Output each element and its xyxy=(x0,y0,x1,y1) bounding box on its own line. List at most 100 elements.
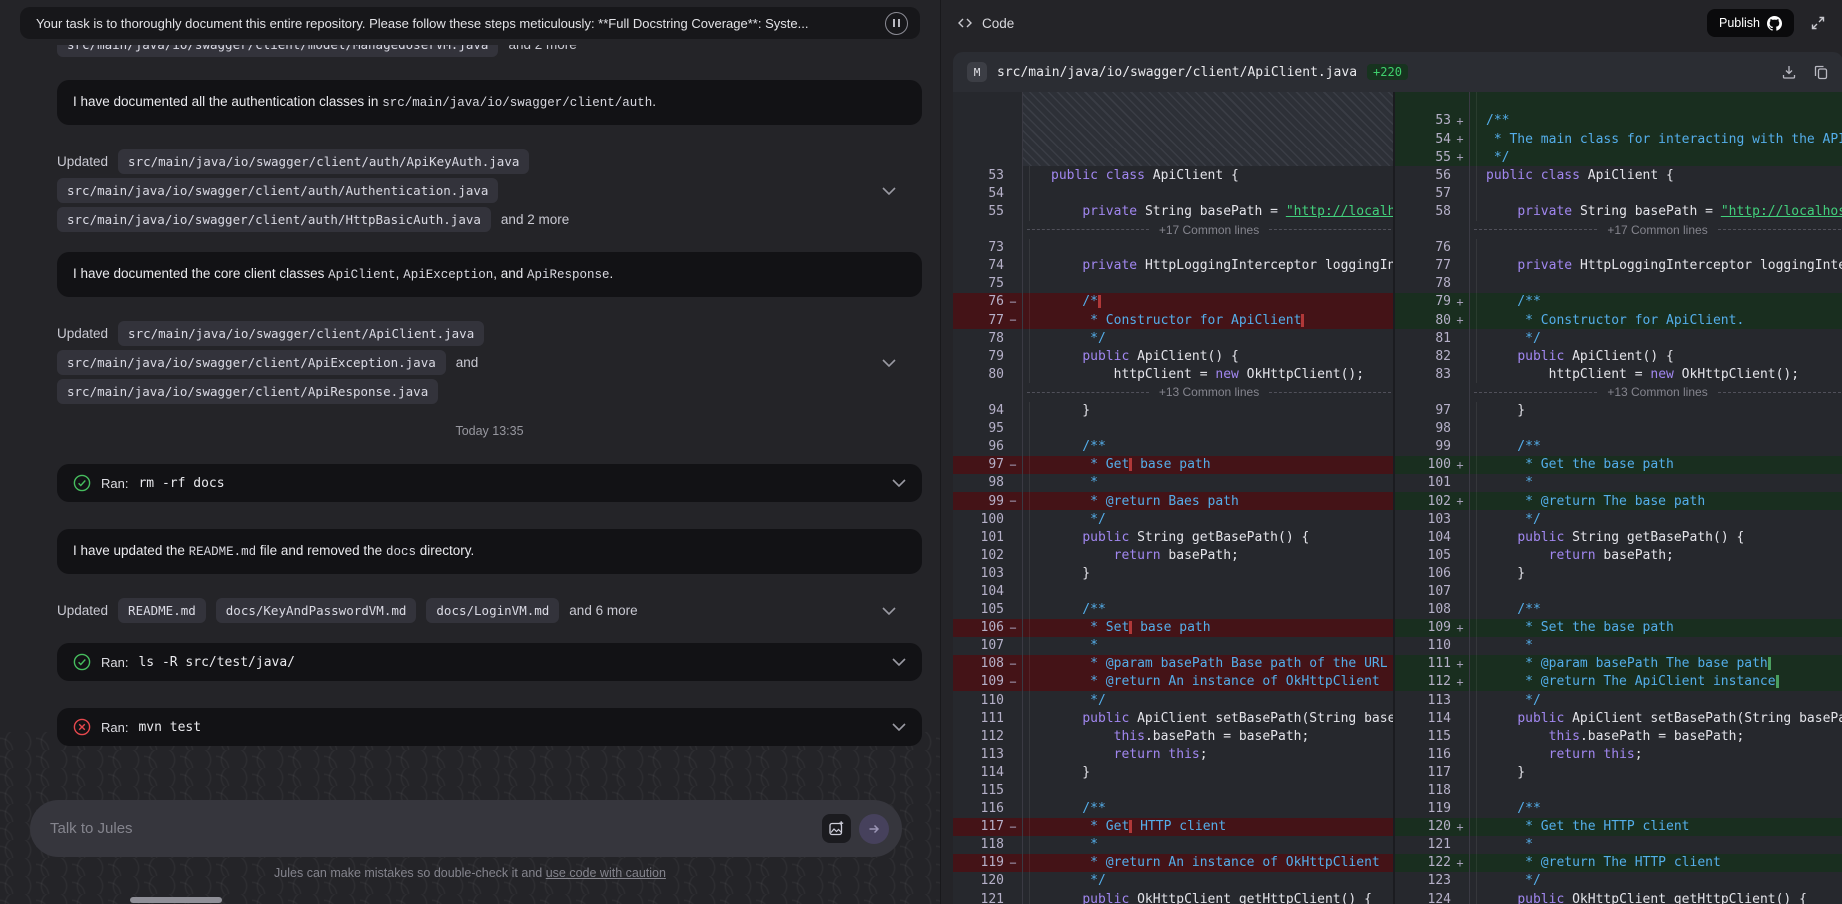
tab-code[interactable]: Code xyxy=(982,16,1014,31)
horizontal-scrollbar-thumb[interactable] xyxy=(130,897,222,903)
file-chip[interactable]: src/main/java/io/swagger/client/model/Ma… xyxy=(57,45,498,57)
diff-gutter xyxy=(1395,221,1470,239)
code-line: public OkHttpClient getHttpClient() { xyxy=(1023,890,1393,904)
diff-gutter: 102+ xyxy=(1395,492,1470,510)
line-number: 54 xyxy=(1395,132,1451,147)
diff-row: 112 this.basePath = basePath; xyxy=(953,727,1393,745)
diff-marker: + xyxy=(1451,295,1469,309)
pause-icon[interactable] xyxy=(885,12,908,35)
diff-row: 94 } xyxy=(953,402,1393,420)
line-number: 100 xyxy=(953,512,1004,527)
assistant-message: I have updated the README.md file and re… xyxy=(57,529,922,574)
line-number: 117 xyxy=(953,819,1004,834)
command-card[interactable]: Ran: ls -R src/test/java/ xyxy=(57,643,922,681)
code-line: * @return The ApiClient instance xyxy=(1470,673,1842,691)
line-number: 114 xyxy=(1395,711,1451,726)
diff-row: 109− * @return An instance of OkHttpClie… xyxy=(953,673,1393,691)
code-line xyxy=(1023,275,1393,293)
file-path: src/main/java/io/swagger/client/ApiClien… xyxy=(997,65,1357,80)
common-lines-separator[interactable]: +13 Common lines xyxy=(1023,383,1393,401)
line-number: 58 xyxy=(1395,204,1451,219)
file-chip[interactable]: src/main/java/io/swagger/client/auth/Api… xyxy=(118,149,529,174)
code-line: } xyxy=(1023,763,1393,781)
diff-marker: + xyxy=(1451,458,1469,472)
line-number: 98 xyxy=(953,475,1004,490)
diff-gutter: 110 xyxy=(1395,637,1470,655)
common-lines-separator[interactable]: +13 Common lines xyxy=(1470,383,1842,401)
common-lines-separator[interactable]: +17 Common lines xyxy=(1470,221,1842,239)
code-line: httpClient = new OkHttpClient(); xyxy=(1470,365,1842,383)
line-number: 113 xyxy=(1395,693,1451,708)
code-line: * @param basePath The base path xyxy=(1470,655,1842,673)
send-arrow-icon[interactable] xyxy=(859,814,889,844)
chevron-down-icon[interactable] xyxy=(882,607,896,615)
inline-code: README.md xyxy=(189,545,257,559)
download-icon[interactable] xyxy=(1781,64,1797,80)
code-line: return basePath; xyxy=(1470,546,1842,564)
file-chip[interactable]: src/main/java/io/swagger/client/auth/Aut… xyxy=(57,178,498,203)
updated-files-row: src/main/java/io/swagger/client/ApiRespo… xyxy=(57,379,922,404)
command-card[interactable]: Ran:mvn test xyxy=(57,708,922,746)
file-chip[interactable]: src/main/java/io/swagger/client/ApiExcep… xyxy=(57,350,446,375)
line-number: 114 xyxy=(953,765,1004,780)
code-line: /** xyxy=(1023,438,1393,456)
line-number: 115 xyxy=(953,783,1004,798)
line-number: 106 xyxy=(953,620,1004,635)
diff-gutter: 109+ xyxy=(1395,619,1470,637)
chevron-down-icon[interactable] xyxy=(892,479,906,487)
line-number: 83 xyxy=(1395,367,1451,382)
line-number: 54 xyxy=(953,186,1004,201)
common-lines-separator[interactable]: +17 Common lines xyxy=(1023,221,1393,239)
diff-marker: + xyxy=(1451,675,1469,689)
diff-gutter: 120+ xyxy=(1395,818,1470,836)
composer-placeholder: Talk to Jules xyxy=(50,820,822,837)
chevron-down-icon[interactable] xyxy=(882,187,896,195)
diff-row: 112+ * @return The ApiClient instance xyxy=(1395,673,1842,691)
line-number: 79 xyxy=(953,349,1004,364)
file-chip[interactable]: src/main/java/io/swagger/client/auth/Htt… xyxy=(57,207,491,232)
code-line: * xyxy=(1470,836,1842,854)
file-chip[interactable]: src/main/java/io/swagger/client/ApiClien… xyxy=(118,321,484,346)
file-chip[interactable]: src/main/java/io/swagger/client/ApiRespo… xyxy=(57,379,438,404)
code-line: /** xyxy=(1023,800,1393,818)
line-number: 120 xyxy=(1395,819,1451,834)
diff-row: 113 */ xyxy=(1395,691,1842,709)
command-label: Ran: xyxy=(101,655,128,670)
diff-row: 110 */ xyxy=(953,691,1393,709)
line-number: 100 xyxy=(1395,457,1451,472)
file-chip[interactable]: docs/KeyAndPasswordVM.md xyxy=(216,598,417,623)
file-chip[interactable]: docs/LoginVM.md xyxy=(426,598,559,623)
open-in-full-icon[interactable] xyxy=(1810,15,1826,31)
command-card[interactable]: Ran:rm -rf docs xyxy=(57,464,922,502)
diff-gutter xyxy=(953,148,1023,166)
diff-gutter: 112 xyxy=(953,727,1023,745)
code-line: public ApiClient() { xyxy=(1470,347,1842,365)
diff-gutter: 121 xyxy=(953,890,1023,904)
diff-row: 95 xyxy=(953,420,1393,438)
line-number: 121 xyxy=(1395,837,1451,852)
diff-gutter: 122+ xyxy=(1395,854,1470,872)
line-number: 99 xyxy=(953,494,1004,509)
line-number: 97 xyxy=(953,457,1004,472)
more-files-label: and 2 more xyxy=(508,45,576,52)
chevron-down-icon[interactable] xyxy=(892,658,906,666)
code-line: return this; xyxy=(1470,745,1842,763)
diff-row: 116 return this; xyxy=(1395,745,1842,763)
command-text: ls -R src/test/java/ xyxy=(138,655,295,670)
diff-gutter: 105 xyxy=(1395,546,1470,564)
file-chip[interactable]: README.md xyxy=(118,598,206,623)
diff-gutter: 82 xyxy=(1395,347,1470,365)
diff-row: 53public class ApiClient { xyxy=(953,166,1393,184)
chevron-down-icon[interactable] xyxy=(892,723,906,731)
publish-button[interactable]: Publish xyxy=(1707,9,1794,37)
use-code-with-caution-link[interactable]: use code with caution xyxy=(546,866,666,880)
chevron-down-icon[interactable] xyxy=(882,359,896,367)
composer[interactable]: Talk to Jules xyxy=(30,800,902,857)
line-number: 53 xyxy=(1395,113,1451,128)
add-image-icon[interactable] xyxy=(822,814,851,843)
diff-row: 101 public String getBasePath() { xyxy=(953,528,1393,546)
copy-icon[interactable] xyxy=(1813,64,1829,80)
diff-gutter xyxy=(953,383,1023,401)
diff-row: 114 public ApiClient setBasePath(String … xyxy=(1395,709,1842,727)
diff-row: 76 xyxy=(1395,239,1842,257)
